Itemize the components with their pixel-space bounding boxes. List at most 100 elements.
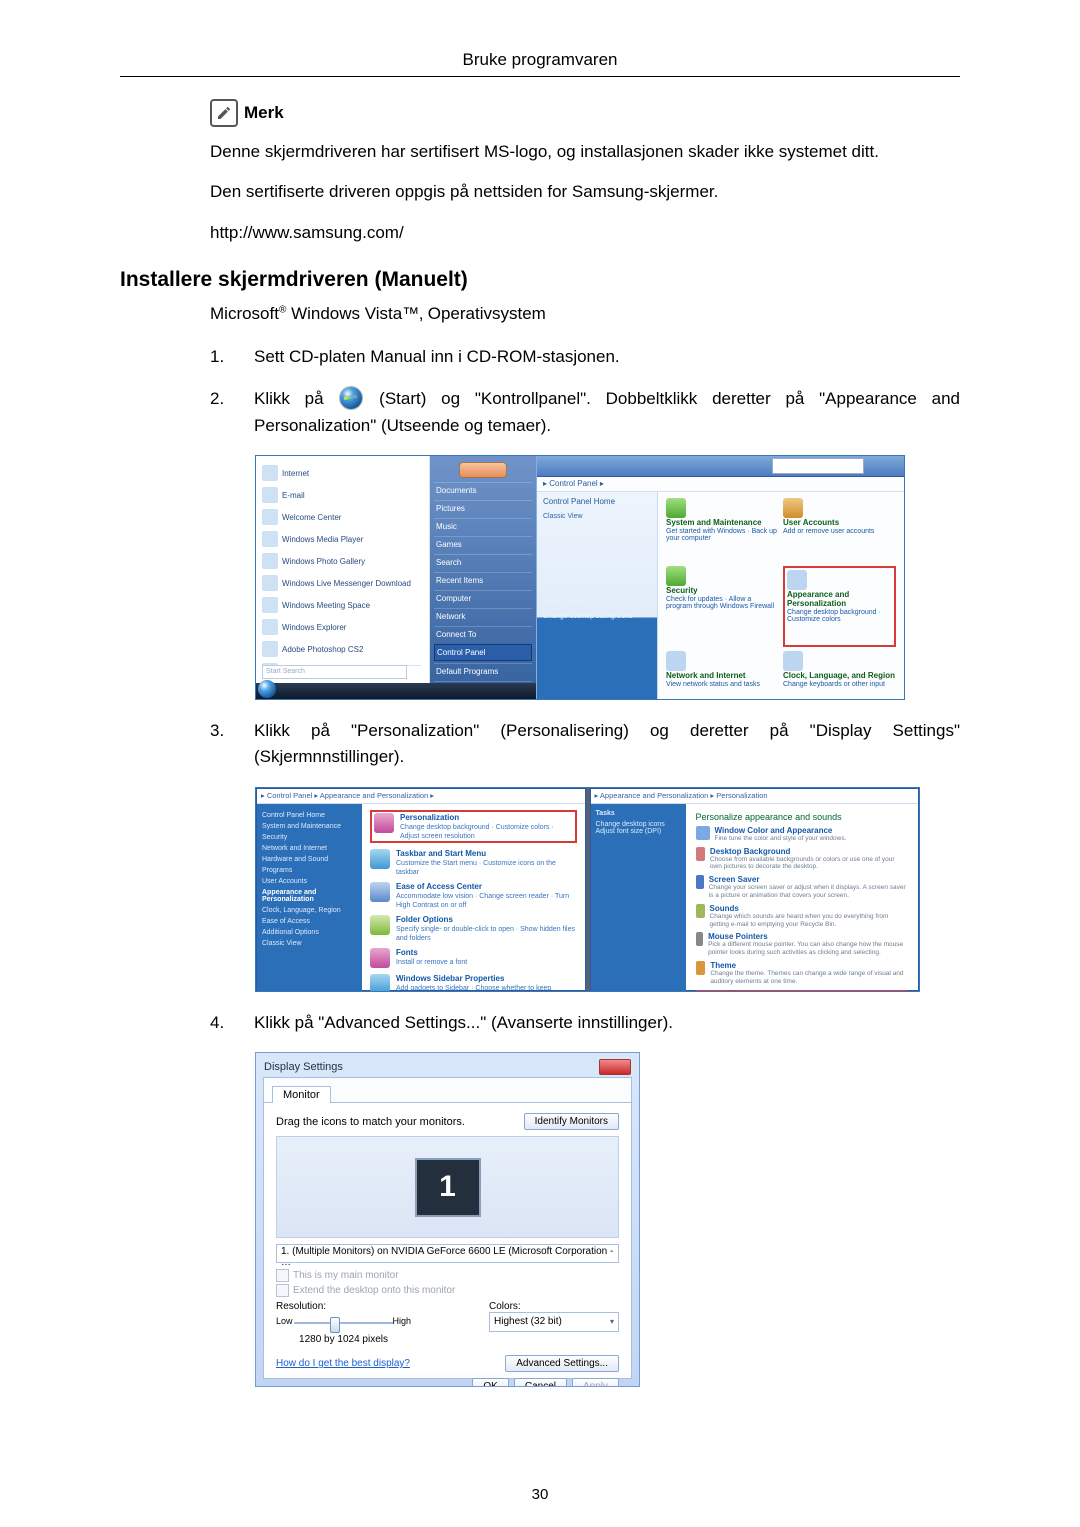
pp-screensaver[interactable]: Screen SaverChange your screen saver or …: [696, 875, 909, 900]
pencil-note-icon: [210, 99, 238, 127]
pp-address[interactable]: ▸ Appearance and Personalization ▸ Perso…: [591, 789, 919, 804]
start-item-wmp[interactable]: Windows Media Player: [260, 528, 425, 550]
cat-security[interactable]: SecurityCheck for updates · Allow a prog…: [666, 566, 779, 647]
pp-task-dpi[interactable]: Adjust font size (DPI): [596, 828, 681, 835]
cp-address-bar[interactable]: ▸ Control Panel ▸: [537, 477, 904, 492]
start-connect[interactable]: Connect To: [434, 626, 532, 642]
start-item-photo[interactable]: Windows Photo Gallery: [260, 550, 425, 572]
monitor-select[interactable]: 1. (Multiple Monitors) on NVIDIA GeForce…: [276, 1244, 619, 1263]
start-games[interactable]: Games: [434, 536, 532, 552]
cp-titlebar: [537, 456, 904, 477]
note-paragraph-2: Den sertifiserte driveren oppgis på nett…: [210, 179, 960, 205]
start-item-meeting[interactable]: Windows Meeting Space: [260, 594, 425, 616]
pp-task-icons[interactable]: Change desktop icons: [596, 821, 681, 828]
cat-appearance[interactable]: Appearance and PersonalizationChange des…: [783, 566, 896, 647]
start-recent[interactable]: Recent Items: [434, 572, 532, 588]
ds-monitor-tab[interactable]: Monitor: [272, 1086, 331, 1103]
ap-taskbar[interactable]: Taskbar and Start MenuCustomize the Star…: [370, 849, 577, 876]
resolution-slider[interactable]: Low High: [276, 1314, 411, 1332]
slider-thumb[interactable]: [330, 1317, 340, 1333]
window-color-icon: [696, 826, 710, 840]
start-pictures[interactable]: Pictures: [434, 500, 532, 516]
ap-side-programs[interactable]: Programs: [262, 865, 357, 876]
start-documents[interactable]: Documents: [434, 482, 532, 498]
screenshot-start-menu-control-panel: Internet E-mail Welcome Center Windows M…: [255, 455, 905, 700]
start-button-icon[interactable]: [258, 680, 276, 698]
pp-sounds[interactable]: SoundsChange which sounds are heard when…: [696, 904, 909, 929]
pp-main: Personalize appearance and sounds Window…: [686, 804, 919, 992]
monitor-1-icon[interactable]: 1: [415, 1158, 481, 1217]
start-network[interactable]: Network: [434, 608, 532, 624]
ap-side-security[interactable]: Security: [262, 832, 357, 843]
user-avatar[interactable]: [459, 462, 507, 478]
cat-network[interactable]: Network and InternetView network status …: [666, 651, 779, 700]
ap-side-appearance[interactable]: Appearance and Personalization: [262, 887, 357, 905]
start-music[interactable]: Music: [434, 518, 532, 534]
cp-home-link[interactable]: Control Panel Home: [537, 492, 657, 511]
step-3-number: 3.: [210, 718, 230, 771]
start-search-input[interactable]: Start Search: [262, 665, 407, 679]
pp-display-settings[interactable]: Display SettingsAdjust your monitor reso…: [696, 990, 909, 992]
resolution-value: 1280 by 1024 pixels: [276, 1334, 411, 1345]
screensaver-icon: [696, 875, 704, 889]
start-item-internet[interactable]: Internet: [260, 462, 425, 484]
chk-extend-desktop: Extend the desktop onto this monitor: [276, 1284, 619, 1297]
ap-folder[interactable]: Folder OptionsSpecify single- or double-…: [370, 915, 577, 942]
ap-side-home[interactable]: Control Panel Home: [262, 810, 357, 821]
start-item-photoshop[interactable]: Adobe Photoshop CS2: [260, 638, 425, 660]
explorer-icon: [262, 619, 278, 635]
folder-options-icon: [370, 915, 390, 935]
note-url[interactable]: http://www.samsung.com/: [210, 220, 960, 246]
colors-select[interactable]: Highest (32 bit): [489, 1312, 619, 1332]
start-item-welcome[interactable]: Welcome Center: [260, 506, 425, 528]
ap-side-network[interactable]: Network and Internet: [262, 843, 357, 854]
ok-button[interactable]: OK: [472, 1378, 508, 1387]
ap-side-additional[interactable]: Additional Options: [262, 927, 357, 938]
best-display-link[interactable]: How do I get the best display?: [276, 1358, 410, 1369]
start-item-email[interactable]: E-mail: [260, 484, 425, 506]
ap-side-classic[interactable]: Classic View: [262, 938, 357, 949]
ap-side-system[interactable]: System and Maintenance: [262, 821, 357, 832]
start-item-messenger[interactable]: Windows Live Messenger Download: [260, 572, 425, 594]
pp-desktop-bg[interactable]: Desktop BackgroundChoose from available …: [696, 847, 909, 872]
start-control-panel[interactable]: Control Panel: [434, 644, 532, 661]
ap-side-clock[interactable]: Clock, Language, Region: [262, 905, 357, 916]
pp-tasks-head: Tasks: [596, 810, 681, 817]
pp-theme[interactable]: ThemeChange the theme. Themes can change…: [696, 961, 909, 986]
security-icon: [666, 566, 686, 586]
cp-classic-view[interactable]: Classic View: [537, 511, 657, 522]
cat-users[interactable]: User AccountsAdd or remove user accounts: [783, 498, 896, 562]
sounds-icon: [696, 904, 705, 918]
identify-monitors-button[interactable]: Identify Monitors: [524, 1113, 619, 1130]
cancel-button[interactable]: Cancel: [514, 1378, 567, 1387]
cat-system[interactable]: System and MaintenanceGet started with W…: [666, 498, 779, 562]
mouse-pointers-icon: [696, 932, 704, 946]
ap-personalization[interactable]: PersonalizationChange desktop background…: [370, 810, 577, 843]
close-icon[interactable]: [599, 1059, 631, 1075]
ap-address[interactable]: ▸ Control Panel ▸ Appearance and Persona…: [257, 789, 585, 804]
note-paragraph-1: Denne skjermdriveren har sertifisert MS-…: [210, 139, 960, 165]
ap-side-hardware[interactable]: Hardware and Sound: [262, 854, 357, 865]
ap-side-users[interactable]: User Accounts: [262, 876, 357, 887]
ap-side-ease[interactable]: Ease of Access: [262, 916, 357, 927]
cp-search-box[interactable]: [772, 458, 864, 474]
ap-ease[interactable]: Ease of Access CenterAccommodate low vis…: [370, 882, 577, 909]
ap-sidebar-props[interactable]: Windows Sidebar PropertiesAdd gadgets to…: [370, 974, 577, 992]
pp-mouse[interactable]: Mouse PointersPick a different mouse poi…: [696, 932, 909, 957]
chk-main-monitor: This is my main monitor: [276, 1269, 619, 1282]
start-search[interactable]: Search: [434, 554, 532, 570]
slider-high: High: [392, 1316, 411, 1326]
start-default-programs[interactable]: Default Programs: [434, 663, 532, 679]
pp-window-color[interactable]: Window Color and AppearanceFine tune the…: [696, 826, 909, 843]
cat-clock[interactable]: Clock, Language, and RegionChange keyboa…: [783, 651, 896, 700]
start-computer[interactable]: Computer: [434, 590, 532, 606]
ap-fonts[interactable]: FontsInstall or remove a font: [370, 948, 577, 968]
monitor-arrangement[interactable]: 1: [276, 1136, 619, 1238]
start-item-explorer[interactable]: Windows Explorer: [260, 616, 425, 638]
step-2-number: 2.: [210, 386, 230, 439]
note-label: Merk: [244, 103, 284, 123]
advanced-settings-button[interactable]: Advanced Settings...: [505, 1355, 619, 1372]
subtitle-pre: Microsoft: [210, 304, 279, 323]
cp-recent-task-1[interactable]: Change desktop background: [537, 609, 657, 624]
apply-button: Apply: [572, 1378, 619, 1387]
